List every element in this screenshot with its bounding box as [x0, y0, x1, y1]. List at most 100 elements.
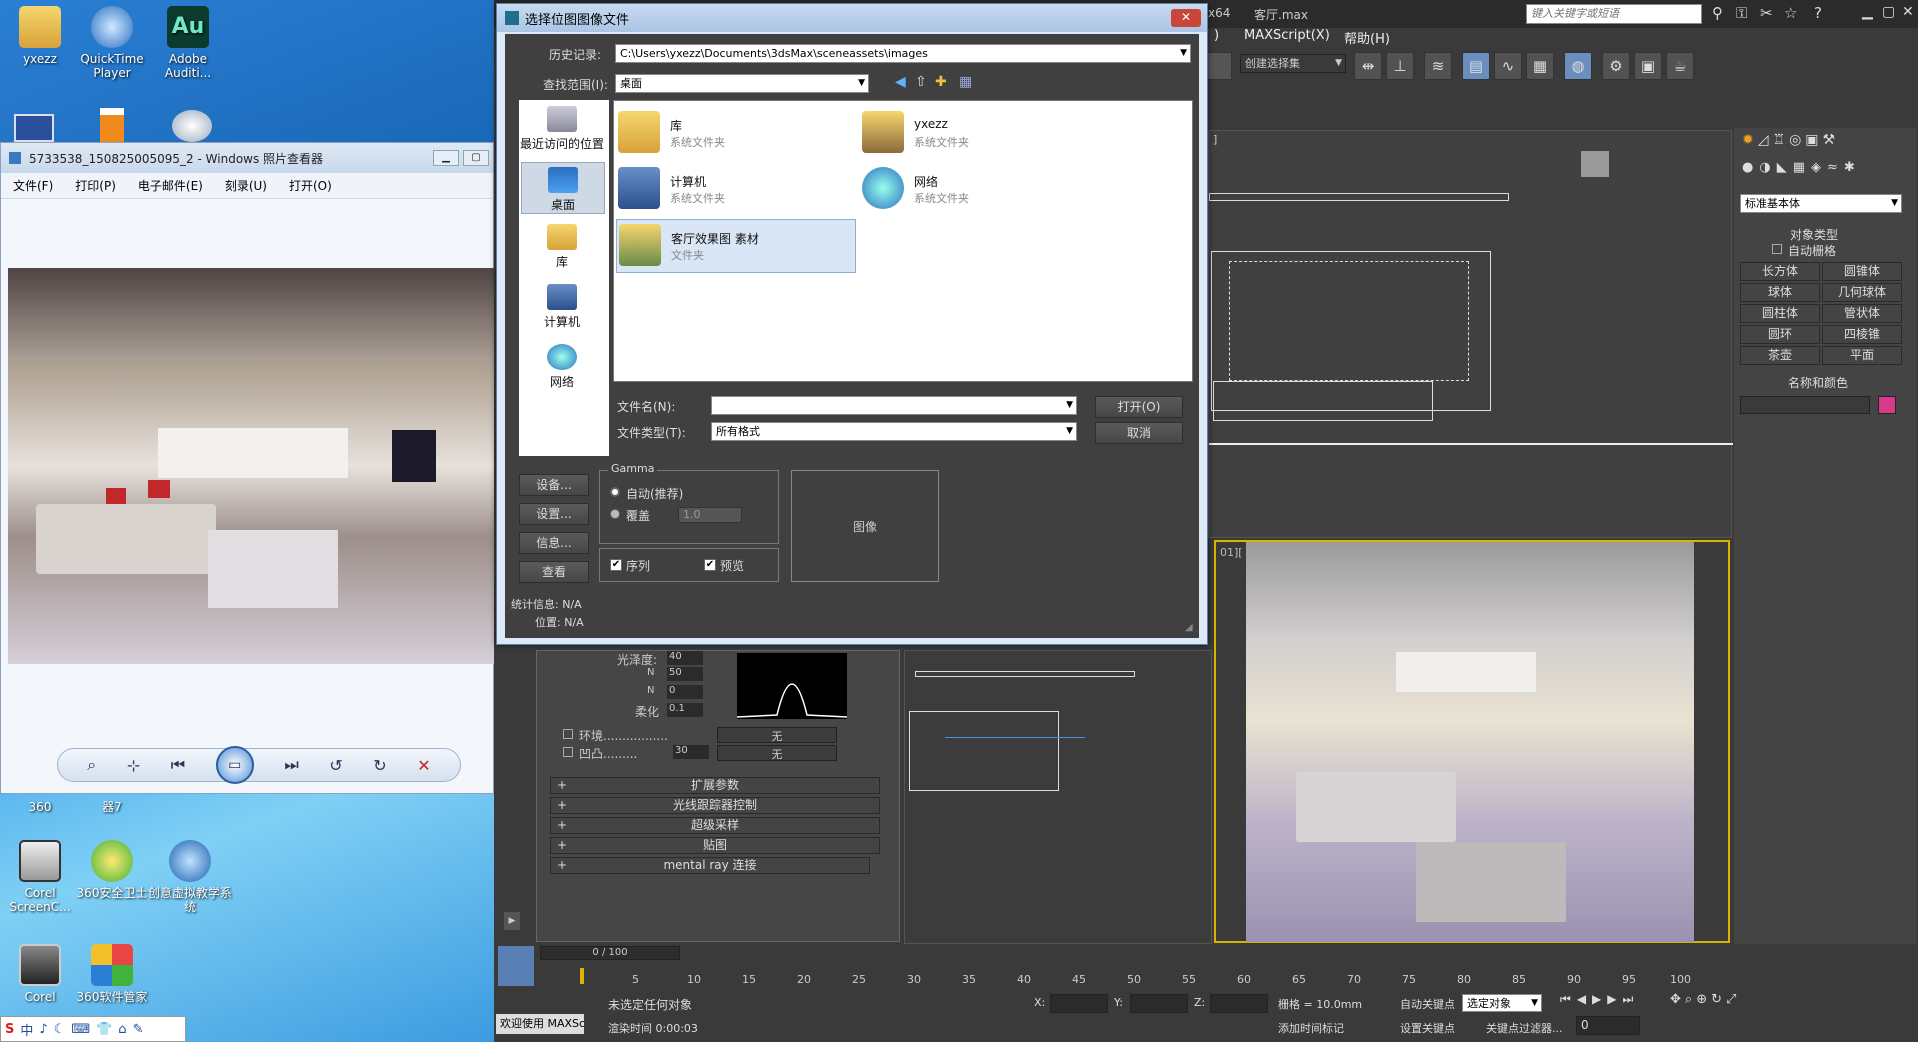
dialog-close-button[interactable]: ✕ — [1171, 9, 1201, 27]
menu-partial[interactable]: ) — [1214, 28, 1219, 43]
next-icon[interactable]: ⏭ — [284, 755, 298, 775]
helpers-icon[interactable]: ◈ — [1811, 160, 1821, 180]
time-slider[interactable]: 0 / 100 — [540, 946, 680, 960]
add-time-tag[interactable]: 添加时间标记 — [1278, 1020, 1344, 1036]
rendered-frame-icon[interactable]: ▣ — [1634, 52, 1662, 80]
toolbox-icon[interactable]: ⌂ — [118, 1022, 126, 1037]
delete-icon[interactable]: ✕ — [417, 756, 430, 775]
gamma-override-radio[interactable] — [610, 509, 620, 519]
gloss-spinner[interactable]: 40 — [667, 651, 703, 665]
ime-chinese-toggle[interactable]: 中 — [20, 1020, 33, 1039]
tab-hierarchy-icon[interactable]: ♖ — [1773, 132, 1786, 154]
filetype-dropdown[interactable]: 所有格式 ▼ — [711, 422, 1077, 441]
play-right-icon[interactable]: ▶ — [504, 912, 520, 930]
orbit-icon[interactable]: ↻ — [1711, 992, 1722, 1034]
help-icon[interactable]: ? — [1814, 4, 1822, 22]
menu-print[interactable]: 打印(P) — [75, 177, 116, 194]
geosphere-button[interactable]: 几何球体 — [1822, 283, 1902, 302]
tools-icon[interactable]: ✂ — [1760, 4, 1773, 22]
material-editor-icon[interactable]: ◍ — [1564, 52, 1592, 80]
back-icon[interactable]: ◀ — [895, 74, 906, 90]
filename-input[interactable]: ▼ — [711, 396, 1077, 415]
selection-set-dropdown[interactable]: 创建选择集 ▼ — [1240, 54, 1346, 73]
desktop-icon-360[interactable]: 360 — [0, 800, 80, 814]
menu-email[interactable]: 电子邮件(E) — [138, 177, 203, 194]
viewport-camera[interactable]: 01][ — [1214, 540, 1730, 943]
maxscript-listener[interactable]: 欢迎使用 MAXSc — [496, 1014, 584, 1034]
previous-icon[interactable]: ⏮ — [171, 755, 185, 775]
render-teapot-icon[interactable]: ☕ — [1666, 52, 1694, 80]
key-filters-button[interactable]: 关键点过滤器... — [1486, 1020, 1563, 1036]
cancel-button[interactable]: 取消 — [1095, 422, 1183, 444]
preview-checkbox[interactable]: ✔ — [704, 559, 716, 571]
maximize-viewport-icon[interactable]: ⤢ — [1726, 992, 1736, 1034]
spacewarps-icon[interactable]: ≈ — [1827, 160, 1838, 180]
list-item-living-room-folder[interactable]: 客厅效果图 素材 文件夹 — [616, 219, 856, 273]
open-button[interactable]: 打开(O) — [1095, 396, 1183, 418]
desktop-icon-yxezz[interactable]: yxezz — [0, 6, 80, 66]
gamma-value-spinner[interactable]: 1.0 — [678, 507, 742, 523]
bump-map-button[interactable]: 无 — [717, 745, 837, 761]
n2-spinner[interactable]: 0 — [667, 685, 703, 699]
plane-button[interactable]: 平面 — [1822, 346, 1902, 365]
desktop-icon-360-software[interactable]: 360软件管家 — [72, 944, 152, 1004]
maximize-button[interactable]: ▢ — [463, 150, 489, 166]
rotate-left-icon[interactable]: ↺ — [329, 756, 342, 775]
rollout-mental-ray[interactable]: + mental ray 连接 — [550, 857, 870, 874]
teapot-button[interactable]: 茶壶 — [1740, 346, 1820, 365]
rollout-supersampling[interactable]: + 超级采样 — [550, 817, 880, 834]
zoom-icon[interactable]: ⌕ — [87, 755, 96, 775]
set-key-button[interactable]: 设置关键点 — [1400, 1020, 1455, 1036]
slideshow-button[interactable]: ▭ — [215, 746, 254, 784]
dialog-titlebar[interactable]: 选择位图图像文件 ✕ — [497, 4, 1207, 32]
next-frame-icon[interactable]: ▶︎ — [1607, 992, 1616, 1014]
sphere-button[interactable]: 球体 — [1740, 283, 1820, 302]
zoom-all-icon[interactable]: ⊕ — [1696, 992, 1707, 1034]
cameras-icon[interactable]: ▦ — [1793, 160, 1805, 180]
place-desktop[interactable]: 桌面 — [521, 162, 605, 214]
key-icon[interactable]: ⚿ — [1736, 4, 1747, 22]
restore-button[interactable]: ▢ — [1882, 4, 1895, 20]
tube-button[interactable]: 管状体 — [1822, 304, 1902, 323]
star-icon[interactable]: ☆ — [1784, 4, 1797, 22]
desktop-icon-corel-screencap[interactable]: Corel ScreenC... — [0, 840, 80, 914]
abc-snap-icon[interactable] — [1206, 52, 1232, 80]
search-input[interactable] — [1527, 5, 1701, 23]
setup-button[interactable]: 设置... — [519, 503, 589, 525]
menu-burn[interactable]: 刻录(U) — [225, 177, 267, 194]
list-item-computer[interactable]: 计算机 系统文件夹 — [616, 163, 848, 215]
zoom-icon[interactable]: ⌕ — [1685, 992, 1692, 1034]
place-libraries[interactable]: 库 — [519, 224, 605, 270]
menu-help[interactable]: 帮助(H) — [1344, 28, 1390, 47]
z-coordinate-field[interactable] — [1210, 994, 1268, 1013]
x-coordinate-field[interactable] — [1050, 994, 1108, 1013]
tab-display-icon[interactable]: ▣ — [1805, 132, 1818, 154]
render-setup-icon[interactable]: ⚙ — [1602, 52, 1630, 80]
bump-checkbox[interactable] — [563, 747, 573, 757]
torus-button[interactable]: 圆环 — [1740, 325, 1820, 344]
layout-quad-icon[interactable] — [498, 946, 534, 986]
view-button[interactable]: 查看 — [519, 561, 589, 583]
lights-icon[interactable]: ◣ — [1777, 160, 1787, 180]
auto-grid-checkbox[interactable] — [1772, 244, 1782, 254]
soften-spinner[interactable]: 0.1 — [667, 703, 703, 717]
curve-editor-icon[interactable]: ∿ — [1494, 52, 1522, 80]
desktop-icon-360-security[interactable]: 360安全卫士 — [72, 840, 152, 900]
disc-icon[interactable] — [172, 110, 212, 142]
systems-icon[interactable]: ✱ — [1844, 160, 1855, 180]
skin-icon[interactable]: 👕 — [96, 1022, 112, 1037]
place-network[interactable]: 网络 — [519, 344, 605, 390]
info-button[interactable]: 信息... — [519, 532, 589, 554]
scene-explorer-icon[interactable]: ▤ — [1462, 52, 1490, 80]
tab-utilities-icon[interactable]: ⚒ — [1823, 132, 1836, 154]
cone-button[interactable]: 圆锥体 — [1822, 262, 1902, 281]
viewport-front[interactable]: ] — [1208, 130, 1733, 538]
keyboard-icon[interactable]: ⌨ — [71, 1022, 90, 1037]
view-menu-icon[interactable]: ▦ — [959, 74, 972, 90]
shapes-icon[interactable]: ◑ — [1759, 160, 1770, 180]
rollout-raytrace-control[interactable]: + 光线跟踪器控制 — [550, 797, 880, 814]
desktop-icon-quicktime[interactable]: QuickTime Player — [72, 6, 152, 80]
moon-icon[interactable]: ☾ — [54, 1022, 66, 1037]
current-frame-field[interactable]: 0 — [1576, 1016, 1640, 1035]
box-button[interactable]: 长方体 — [1740, 262, 1820, 281]
